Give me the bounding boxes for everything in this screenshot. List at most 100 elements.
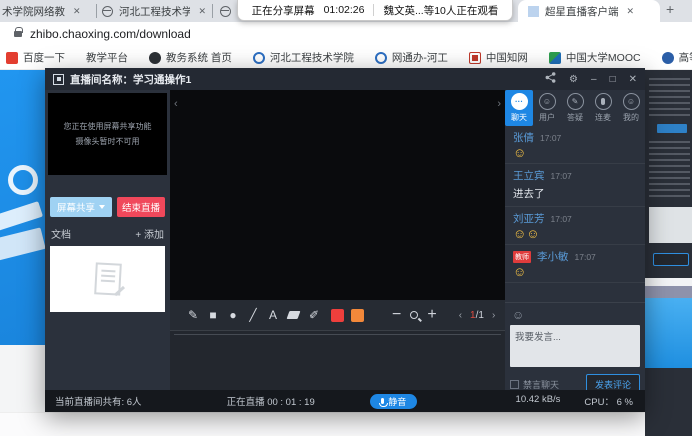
rectangle-tool-icon[interactable]: ■	[203, 308, 223, 322]
sender-name[interactable]: 王立宾	[513, 168, 545, 183]
tab-college[interactable]: 河北工程技术学院 ✕	[102, 0, 206, 22]
magnifier-icon[interactable]	[410, 311, 418, 319]
tab-qa[interactable]: ✎ 答疑	[561, 90, 589, 126]
tab-network-platform[interactable]: 术学院网络教 ✕	[2, 0, 94, 22]
close-button[interactable]: ✕	[629, 74, 637, 85]
close-icon[interactable]: ✕	[627, 6, 635, 17]
viewer-count: 当前直播间共有: 6人	[55, 394, 142, 408]
tab-users[interactable]: ☺ 用户	[533, 90, 561, 126]
tab-chaoxing-live[interactable]: 超星直播客户端 ✕	[518, 0, 660, 22]
eraser-tool-icon[interactable]	[287, 311, 301, 319]
bookmarks-bar: 百度一下 教学平台 教务系统 首页 河北工程技术学院 网通办-河工 中国知网 中…	[0, 46, 692, 70]
brush-tool-icon[interactable]: ✐	[304, 308, 324, 322]
preview-message-line2: 摄像头暂时不可用	[76, 136, 140, 147]
room-title: 直播间名称：学习通操作1	[70, 72, 191, 87]
collapse-right-icon[interactable]: ›	[497, 98, 501, 110]
close-icon[interactable]: ✕	[73, 6, 81, 17]
bookmark-mooc[interactable]: 中国大学MOOC	[549, 50, 641, 65]
zoom-in-icon[interactable]: +	[427, 306, 436, 324]
tab-mic-connect[interactable]: 连麦	[589, 90, 617, 126]
chat-message: 教师李小敏17:07 ☺	[505, 245, 645, 283]
end-stream-button[interactable]: 结束直播	[117, 197, 165, 217]
screen-share-button[interactable]: 屏幕共享	[50, 197, 112, 217]
comment-composer: ☺ 禁言聊天 发表评论	[505, 302, 645, 390]
share-timer: 01:02:26	[324, 4, 365, 16]
tab-separator	[212, 4, 213, 18]
status-bar: 当前直播间共有: 6人 正在直播 00 : 01 : 19 静音 10.42 k…	[45, 390, 645, 412]
add-document-button[interactable]: + 添加	[135, 226, 164, 241]
microphone-icon	[381, 398, 385, 404]
message-text: ☺☺	[513, 229, 637, 239]
users-icon: ☺	[539, 93, 556, 110]
blue-link	[657, 124, 687, 133]
mute-chat-checkbox[interactable]	[510, 380, 519, 389]
pen-tool-icon[interactable]: ✎	[183, 308, 203, 322]
share-canvas[interactable]: ‹ › ✎ ■ ● ╱ A ✐ − + ‹ 1/1	[170, 90, 505, 390]
line-tool-icon[interactable]: ╱	[243, 308, 263, 322]
app-titlebar[interactable]: 直播间名称：学习通操作1 ⚙ – □ ✕	[45, 68, 645, 90]
message-list[interactable]: 张倩17:07 ☺ 王立宾17:07 进去了 刘亚芳17:07 ☺☺ 教师李小敏…	[505, 126, 645, 286]
microphone-icon	[595, 93, 612, 110]
background-window-right	[645, 70, 692, 436]
tab-hidden[interactable]	[220, 0, 236, 22]
sender-name[interactable]: 李小敏	[537, 249, 569, 264]
comment-input[interactable]	[510, 325, 640, 367]
webpage-background-bottom	[0, 412, 692, 436]
bitrate-value: 10.42 kB/s	[516, 394, 561, 408]
sender-name[interactable]: 张倩	[513, 130, 534, 145]
new-tab-button[interactable]: +	[666, 1, 674, 17]
bookmark-cnki[interactable]: 中国知网	[469, 50, 528, 65]
tab-mine[interactable]: ☺ 我的	[617, 90, 645, 126]
document-thumbnail[interactable]	[50, 246, 165, 312]
tab-label: 超星直播客户端	[545, 4, 619, 19]
bookmark-hebei-college[interactable]: 河北工程技术学院	[253, 50, 354, 65]
message-text: 进去了	[513, 186, 637, 201]
wangtongban-icon	[375, 52, 387, 64]
bookmark-jiaowu[interactable]: 教务系统 首页	[149, 50, 232, 65]
bookmark-teaching-platform[interactable]: 教学平台	[86, 50, 128, 65]
emoji-picker-icon[interactable]: ☺	[512, 308, 524, 322]
address-bar[interactable]: zhibo.chaoxing.com/download	[0, 22, 692, 46]
bookmark-hep-press[interactable]: 高等教育出版社产...	[662, 50, 692, 65]
next-page-icon[interactable]: ›	[492, 310, 495, 321]
close-icon[interactable]: ✕	[198, 6, 206, 17]
blue-button-partial	[653, 253, 689, 266]
input-box-partial	[649, 207, 692, 243]
page-indicator: 1/1	[470, 310, 484, 321]
ellipse-tool-icon[interactable]: ●	[223, 308, 243, 322]
text-tool-icon[interactable]: A	[263, 308, 283, 322]
chat-message: 王立宾17:07 进去了	[505, 164, 645, 207]
sender-name[interactable]: 刘亚芳	[513, 211, 545, 226]
minimize-button[interactable]: –	[591, 74, 597, 85]
window-titlebar-partial	[645, 286, 692, 298]
collapse-left-icon[interactable]: ‹	[174, 98, 178, 110]
window-edge	[645, 278, 692, 286]
tab-chat[interactable]: ··· 聊天	[505, 90, 533, 126]
zoom-out-icon[interactable]: −	[392, 306, 401, 324]
baidu-icon	[6, 52, 18, 64]
prev-page-icon[interactable]: ‹	[459, 310, 462, 321]
blurred-text-lines	[649, 78, 690, 118]
pencil-icon: ✎	[567, 93, 584, 110]
chat-panel: ··· 聊天 ☺ 用户 ✎ 答疑 连麦 ☺ 我的	[505, 90, 645, 390]
color-swatch-red[interactable]	[331, 309, 344, 322]
decor-circle	[8, 165, 38, 195]
chat-tab-bar: ··· 聊天 ☺ 用户 ✎ 答疑 连麦 ☺ 我的	[505, 90, 645, 126]
bookmark-baidu[interactable]: 百度一下	[6, 50, 65, 65]
message-text: ☺	[513, 148, 637, 158]
share-network-icon[interactable]	[545, 72, 556, 86]
globe-icon	[220, 6, 231, 17]
color-swatch-orange[interactable]	[351, 309, 364, 322]
globe-icon	[102, 6, 113, 17]
chat-bubble-icon: ···	[511, 93, 528, 110]
settings-gear-icon[interactable]: ⚙	[569, 74, 578, 85]
chat-message: 杨晓叶17:07 来了	[505, 283, 645, 286]
message-text: ☺	[513, 267, 637, 277]
live-timer: 正在直播 00 : 01 : 19	[227, 394, 315, 408]
mute-button[interactable]: 静音	[370, 394, 418, 409]
sidebar: 您正在使用屏幕共享功能 摄像头暂时不可用 屏幕共享 结束直播 文档 + 添加	[45, 90, 170, 390]
url-text[interactable]: zhibo.chaoxing.com/download	[30, 27, 191, 41]
bookmark-wangtongban[interactable]: 网通办-河工	[375, 50, 448, 65]
app-favicon-icon	[528, 6, 539, 17]
maximize-button[interactable]: □	[610, 74, 616, 85]
